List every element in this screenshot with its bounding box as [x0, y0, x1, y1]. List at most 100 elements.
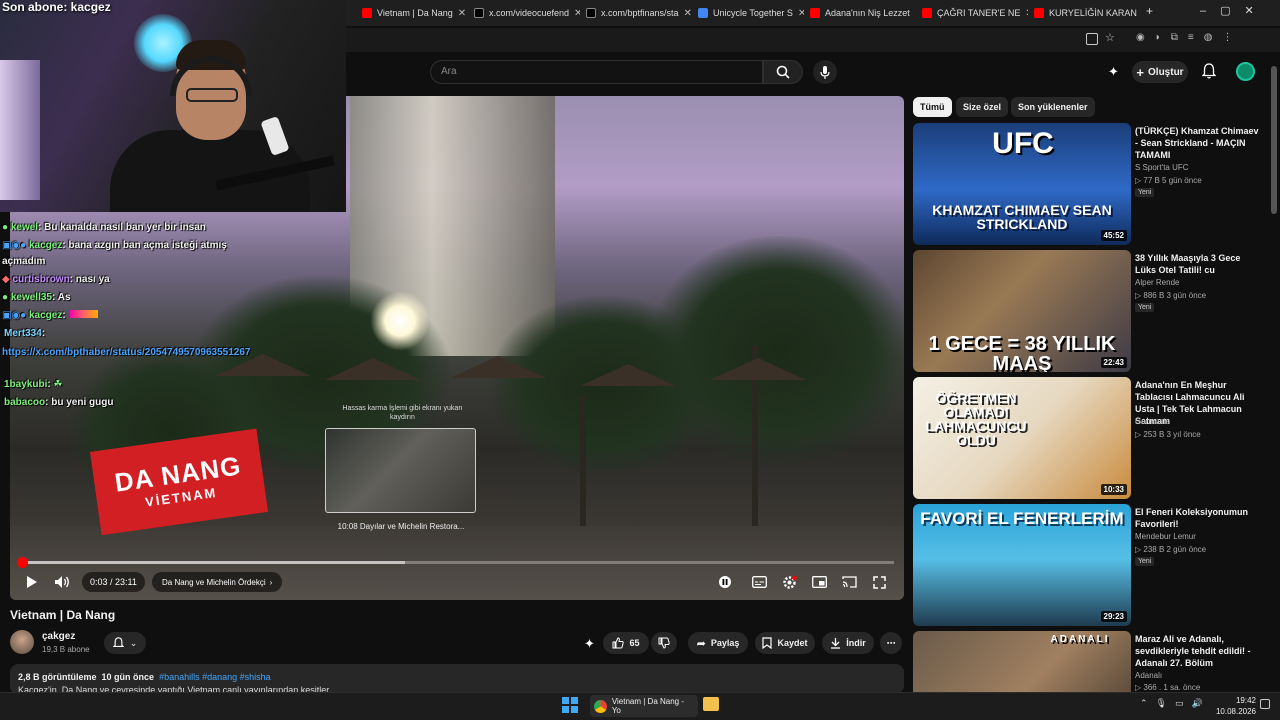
chapter-button[interactable]: Da Nang ve Michelin Ördekçi › — [152, 572, 283, 592]
chat-message: ● kewell35: As — [2, 292, 71, 303]
video-thumbnail[interactable]: ÖĞRETMEN OLAMADI LAHMACUNCU OLDU 10:33 — [913, 377, 1131, 499]
chip-all[interactable]: Tümü — [913, 97, 952, 117]
chat-message: ▣◉● kacgez: — [2, 310, 98, 321]
browser-tab[interactable]: Adana'nın Niş Lezzet ✕ — [804, 3, 916, 23]
chip-for-you[interactable]: Size özel — [956, 97, 1009, 117]
account-avatar[interactable] — [1236, 62, 1255, 81]
time-display: 0:03 / 23:11 — [82, 572, 145, 592]
chat-message: ● kewel: Bu kanalda nasıl ban yer bir in… — [2, 222, 206, 233]
like-button[interactable]: 65 — [603, 632, 649, 654]
progress-buffered — [20, 561, 405, 564]
browser-tab[interactable]: ÇAĞRI TANER'E NE ✕ — [916, 3, 1028, 23]
recommendation-item[interactable]: 1 GECE = 38 YILLIK MAAŞ 22:43 38 Yıllık … — [913, 250, 1263, 372]
save-button[interactable]: Kaydet — [755, 632, 815, 654]
tab-close-icon[interactable]: ✕ — [458, 8, 466, 19]
search-button[interactable] — [763, 60, 803, 84]
channel-avatar[interactable] — [10, 630, 34, 654]
recommendation-item[interactable]: ADANALI Maraz Ali ve Adanalı, sevdikleri… — [913, 631, 1263, 692]
progress-scrubber[interactable] — [17, 557, 28, 568]
notification-center-icon[interactable] — [1260, 699, 1270, 709]
window-controls[interactable]: –▢✕ — [1200, 4, 1268, 17]
recommendation-title[interactable]: El Feneri Koleksiyonumun Favorileri! — [1135, 506, 1263, 530]
play-button[interactable] — [22, 572, 40, 592]
recommendation-item[interactable]: FAVORİ EL FENERLERİM 29:23 El Feneri Kol… — [913, 504, 1263, 626]
miniplayer-button[interactable] — [810, 572, 828, 592]
tab-close-icon[interactable]: ✕ — [684, 8, 692, 19]
recommendation-channel[interactable]: S Sport'ta UFC — [1135, 163, 1189, 172]
scrollbar-thumb[interactable] — [1271, 66, 1277, 214]
bell-icon — [1201, 63, 1217, 79]
gear-icon — [782, 575, 797, 589]
chat-emote: ☘ — [50, 379, 63, 390]
preview-hint: Hassas karma İşlemi gibi ekranı yukarı k… — [342, 405, 463, 421]
extension-icons[interactable]: ◉◗⧉≡◍⋮ — [1136, 32, 1276, 46]
system-tray-icons[interactable]: ⌃🎙▭🔊 — [1140, 698, 1211, 709]
ai-sparkle-icon[interactable]: ✦ — [1108, 64, 1119, 80]
beach-umbrella — [450, 356, 546, 378]
search-input[interactable]: Ara — [430, 60, 763, 84]
new-tab-button[interactable]: + — [1146, 4, 1153, 18]
notifications-button[interactable] — [1201, 63, 1217, 84]
taskbar-clock[interactable]: 19:42 10.08.2026 — [1212, 695, 1256, 717]
video-duration: 22:43 — [1100, 357, 1127, 368]
screenshot-icon[interactable] — [1086, 33, 1098, 45]
browser-tab[interactable]: Unicycle Together S ✕ — [692, 3, 804, 23]
recommendation-channel[interactable]: Alper Rende — [1135, 278, 1179, 287]
mute-button[interactable] — [52, 572, 72, 592]
recommendation-title[interactable]: 38 Yıllık Maaşıyla 3 Gece Lüks Otel Tati… — [1135, 252, 1263, 276]
recommendation-channel[interactable]: Adanalı — [1135, 671, 1162, 680]
cast-button[interactable] — [840, 572, 858, 592]
create-button[interactable]: + Oluştur — [1132, 61, 1188, 83]
miniplayer-icon — [811, 576, 827, 588]
new-badge: Yeni — [1135, 188, 1155, 197]
subscription-bell-button[interactable]: ⌄ — [104, 632, 146, 654]
volume-icon — [55, 576, 69, 588]
taskbar-chrome-window[interactable]: Vietnam | Da Nang - Yo — [590, 695, 698, 717]
file-explorer-icon[interactable] — [703, 697, 719, 711]
video-thumbnail[interactable]: UFC KHAMZAT CHIMAEV SEAN STRICKLAND 45:5… — [913, 123, 1131, 245]
more-actions-button[interactable]: ⋯ — [880, 632, 902, 654]
browser-tab[interactable]: Vietnam | Da Nang ✕ — [356, 3, 466, 23]
recommendation-channel[interactable]: Mendebur Lemur — [1135, 532, 1196, 541]
fullscreen-button[interactable] — [870, 572, 888, 592]
autoplay-toggle[interactable] — [716, 572, 734, 592]
recommendation-meta: ▷ 77 B 5 gün önce — [1135, 176, 1202, 185]
beach-umbrella — [580, 364, 676, 386]
recommendation-item[interactable]: UFC KHAMZAT CHIMAEV SEAN STRICKLAND 45:5… — [913, 123, 1263, 245]
chat-link[interactable]: https://x.com/bpthaber/status/2054749570… — [2, 345, 270, 361]
youtube-icon — [922, 8, 932, 18]
settings-button[interactable] — [780, 572, 798, 592]
download-button[interactable]: İndir — [822, 632, 874, 654]
video-thumbnail[interactable]: ADANALI — [913, 631, 1131, 692]
chip-recently-uploaded[interactable]: Son yüklenenler — [1011, 97, 1095, 117]
recommendation-channel[interactable]: Gurmosis — [1135, 417, 1169, 426]
cast-icon — [841, 576, 857, 588]
video-thumbnail[interactable]: 1 GECE = 38 YILLIK MAAŞ 22:43 — [913, 250, 1131, 372]
site-icon — [698, 8, 708, 18]
fullscreen-icon — [872, 575, 886, 589]
bookmark-star-icon[interactable]: ☆ — [1105, 31, 1115, 44]
browser-tab[interactable]: KURYELİĞİN KARAN ✕ — [1028, 3, 1140, 23]
browser-tab[interactable]: x.com/videocuefend ✕ — [468, 3, 580, 23]
windows-start-icon[interactable] — [562, 697, 578, 713]
hashtags[interactable]: #banahills #danang #shisha — [159, 672, 271, 682]
video-title: Vietnam | Da Nang — [10, 608, 116, 622]
chat-message: açmadım — [2, 256, 46, 267]
ask-ai-icon[interactable]: ✦ — [584, 636, 595, 652]
pause-circle-icon — [719, 576, 731, 588]
dislike-button[interactable] — [651, 632, 677, 654]
chevron-down-icon: ⌄ — [129, 637, 138, 648]
new-badge: Yeni — [1135, 303, 1155, 312]
subtitles-button[interactable] — [750, 572, 768, 592]
recommendation-title[interactable]: (TÜRKÇE) Khamzat Chimaev - Sean Strickla… — [1135, 125, 1263, 161]
channel-name[interactable]: çakgez — [42, 631, 75, 642]
video-duration: 45:52 — [1100, 230, 1127, 241]
browser-tab[interactable]: x.com/bptfinans/sta ✕ — [580, 3, 692, 23]
voice-search-button[interactable] — [813, 60, 837, 84]
video-thumbnail[interactable]: FAVORİ EL FENERLERİM 29:23 — [913, 504, 1131, 626]
chat-message: ◆ curtisbrown: nası ya — [2, 274, 110, 285]
recommendation-item[interactable]: ÖĞRETMEN OLAMADI LAHMACUNCU OLDU 10:33 A… — [913, 377, 1263, 499]
share-button[interactable]: ➦ Paylaş — [688, 632, 748, 654]
chat-emote — [69, 310, 98, 318]
recommendation-title[interactable]: Maraz Ali ve Adanalı, sevdikleriyle tehd… — [1135, 633, 1263, 669]
